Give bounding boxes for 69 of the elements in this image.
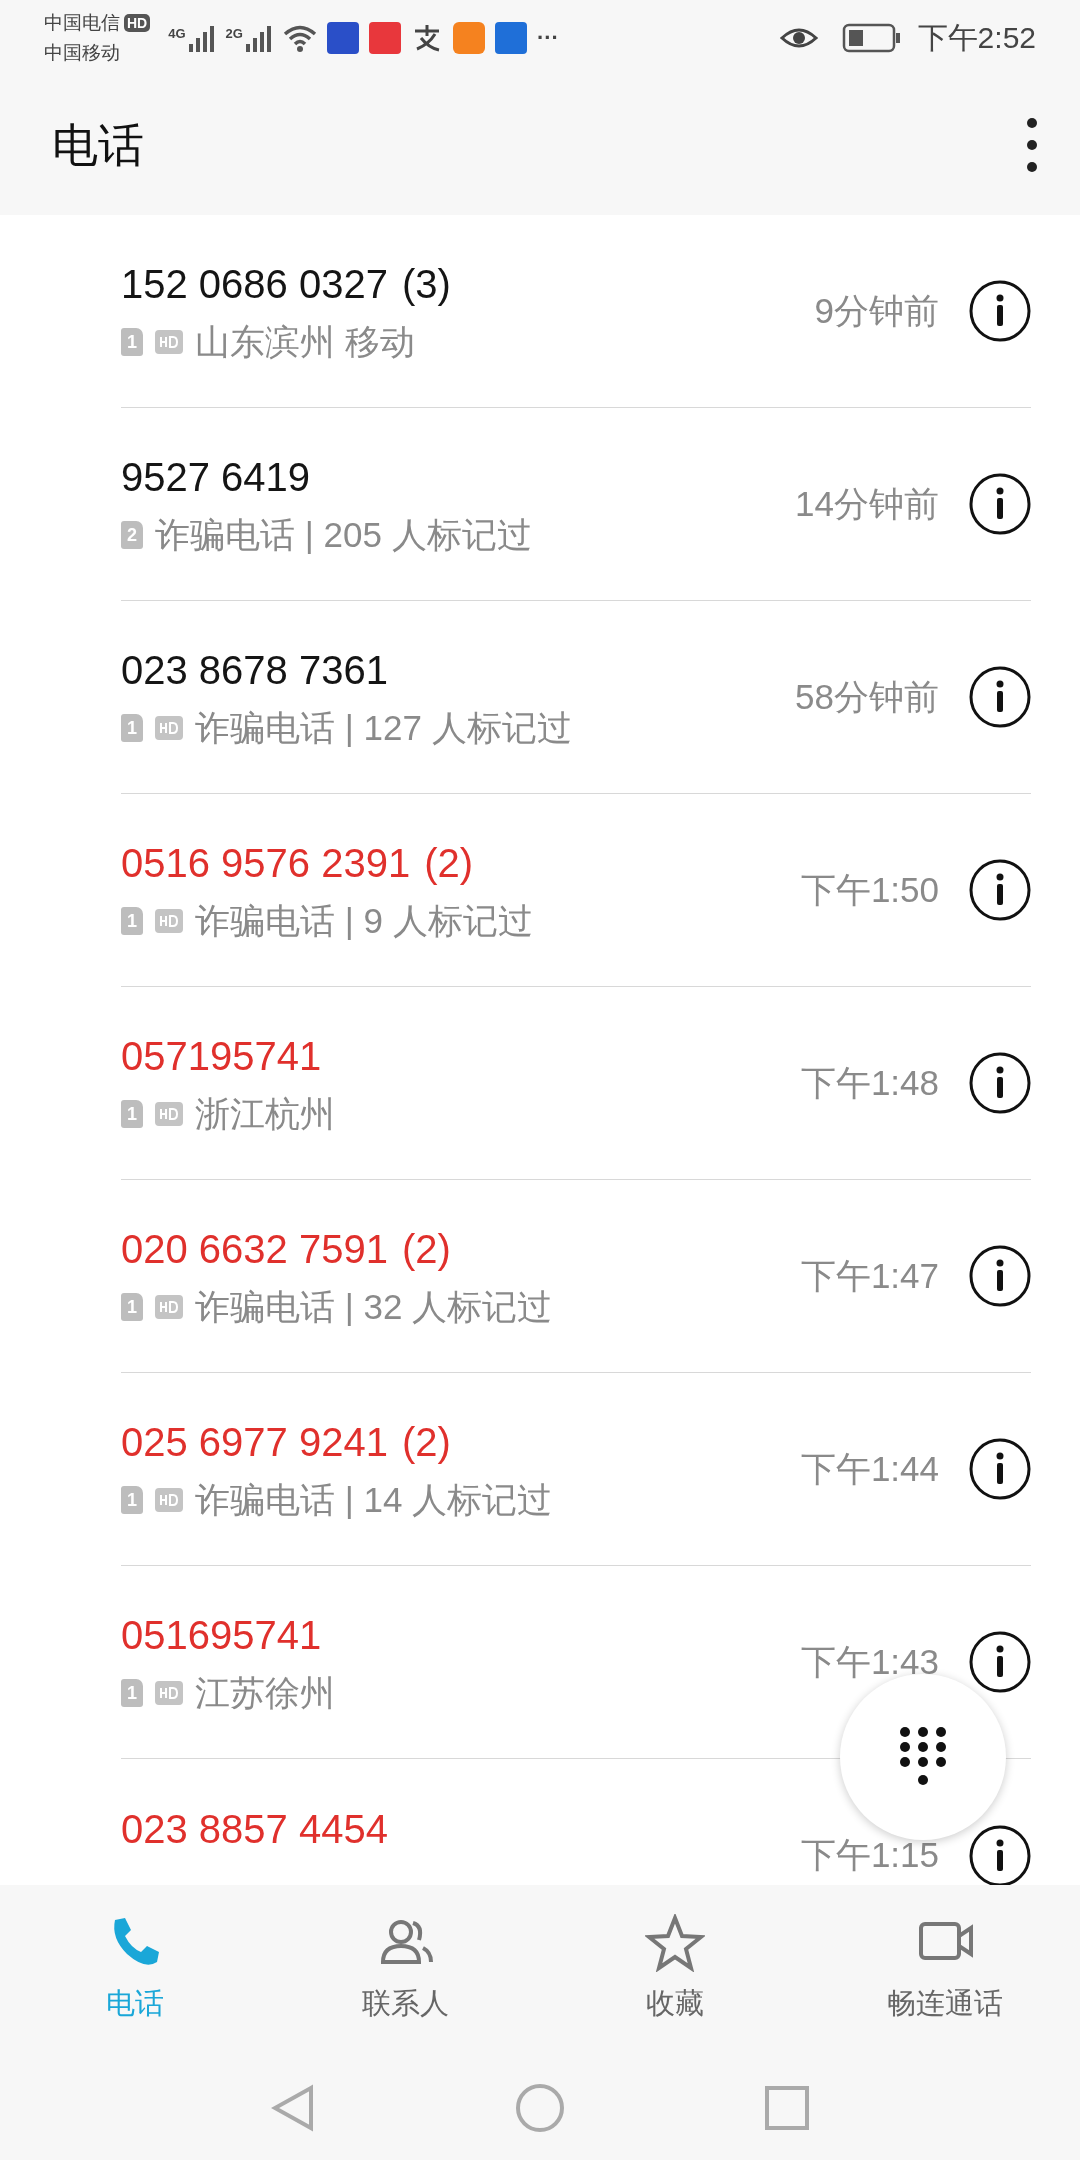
- phone-number: 023 8857 4454: [121, 1805, 388, 1853]
- call-detail: 诈骗电话 | 14 人标记过: [195, 1479, 553, 1521]
- info-icon[interactable]: [969, 1631, 1031, 1693]
- app-icon: [452, 21, 485, 54]
- call-time: 下午1:44: [800, 1447, 939, 1490]
- network-type: 2G: [225, 24, 243, 43]
- signal-icon: [244, 23, 273, 52]
- call-detail: 山东滨州 移动: [195, 321, 415, 363]
- call-detail: 江苏徐州: [195, 1672, 335, 1714]
- sim-badge: 1: [121, 907, 143, 935]
- sim-badge: 1: [121, 1293, 143, 1321]
- info-icon[interactable]: [969, 1824, 1031, 1885]
- sim-badge: 1: [121, 1486, 143, 1514]
- phone-number: 023 8678 7361: [121, 647, 388, 694]
- call-time: 58分钟前: [795, 675, 939, 718]
- page-title: 电话: [52, 117, 145, 173]
- sim-badge: 1: [121, 1100, 143, 1128]
- wifi-icon: [282, 23, 317, 52]
- call-time: 下午1:48: [800, 1061, 939, 1104]
- call-count: (2): [424, 840, 474, 887]
- call-time: 下午1:50: [800, 868, 939, 911]
- info-icon[interactable]: [969, 1438, 1031, 1500]
- call-time: 下午1:47: [800, 1254, 939, 1297]
- signal-icon: [187, 23, 216, 52]
- tab[interactable]: 畅连通话: [810, 1885, 1080, 2055]
- phone-number: 051695741: [121, 1612, 322, 1659]
- call-count: (3): [401, 261, 451, 308]
- call-detail: 诈骗电话 | 9 人标记过: [195, 900, 533, 942]
- carrier-name: 中国电信: [44, 10, 120, 35]
- star-icon: [645, 1914, 705, 1973]
- sim-badge: 1: [121, 328, 143, 356]
- info-icon[interactable]: [969, 1245, 1031, 1307]
- battery-icon: [841, 22, 902, 53]
- dialpad-icon: [899, 1726, 947, 1788]
- tab[interactable]: 收藏: [540, 1885, 810, 2055]
- call-detail: 诈骗电话 | 205 人标记过: [155, 514, 532, 556]
- hd-badge: HD: [124, 13, 151, 32]
- call-time: 14分钟前: [795, 482, 939, 525]
- tab[interactable]: 联系人: [270, 1885, 540, 2055]
- call-detail: 诈骗电话 | 127 人标记过: [195, 707, 572, 749]
- status-time: 下午2:52: [917, 20, 1036, 56]
- sim-badge: 1: [121, 714, 143, 742]
- call-count: (2): [401, 1419, 451, 1466]
- info-icon[interactable]: [969, 1052, 1031, 1114]
- sim-badge: 1: [121, 1679, 143, 1707]
- phone-number: 0516 9576 2391: [121, 840, 411, 887]
- call-count: (2): [401, 1226, 451, 1273]
- call-detail: 诈骗电话 | 32 人标记过: [195, 1286, 553, 1328]
- info-icon[interactable]: [969, 859, 1031, 921]
- app-icon: [326, 21, 359, 54]
- app-icon: [494, 21, 527, 54]
- more-options-icon[interactable]: [1024, 115, 1040, 175]
- call-time: 下午1:43: [800, 1640, 939, 1683]
- info-icon[interactable]: [969, 473, 1031, 535]
- call-detail: 浙江杭州: [195, 1093, 335, 1135]
- network-type: 4G: [168, 24, 186, 43]
- info-icon[interactable]: [969, 666, 1031, 728]
- app-icon: [368, 21, 401, 54]
- phone-number: 025 6977 9241: [121, 1419, 388, 1466]
- phone-number: 020 6632 7591: [121, 1226, 388, 1273]
- phone-number: 152 0686 0327: [121, 261, 388, 308]
- call-time: 下午1:15: [800, 1834, 939, 1877]
- carrier-name: 中国移动: [44, 40, 121, 65]
- info-icon[interactable]: [969, 280, 1031, 342]
- call-time: 9分钟前: [814, 289, 939, 332]
- phone-number: 057195741: [121, 1033, 322, 1080]
- phone-number: 9527 6419: [121, 454, 311, 501]
- sim-badge: 2: [121, 521, 143, 549]
- more-notifications: ···: [536, 24, 559, 52]
